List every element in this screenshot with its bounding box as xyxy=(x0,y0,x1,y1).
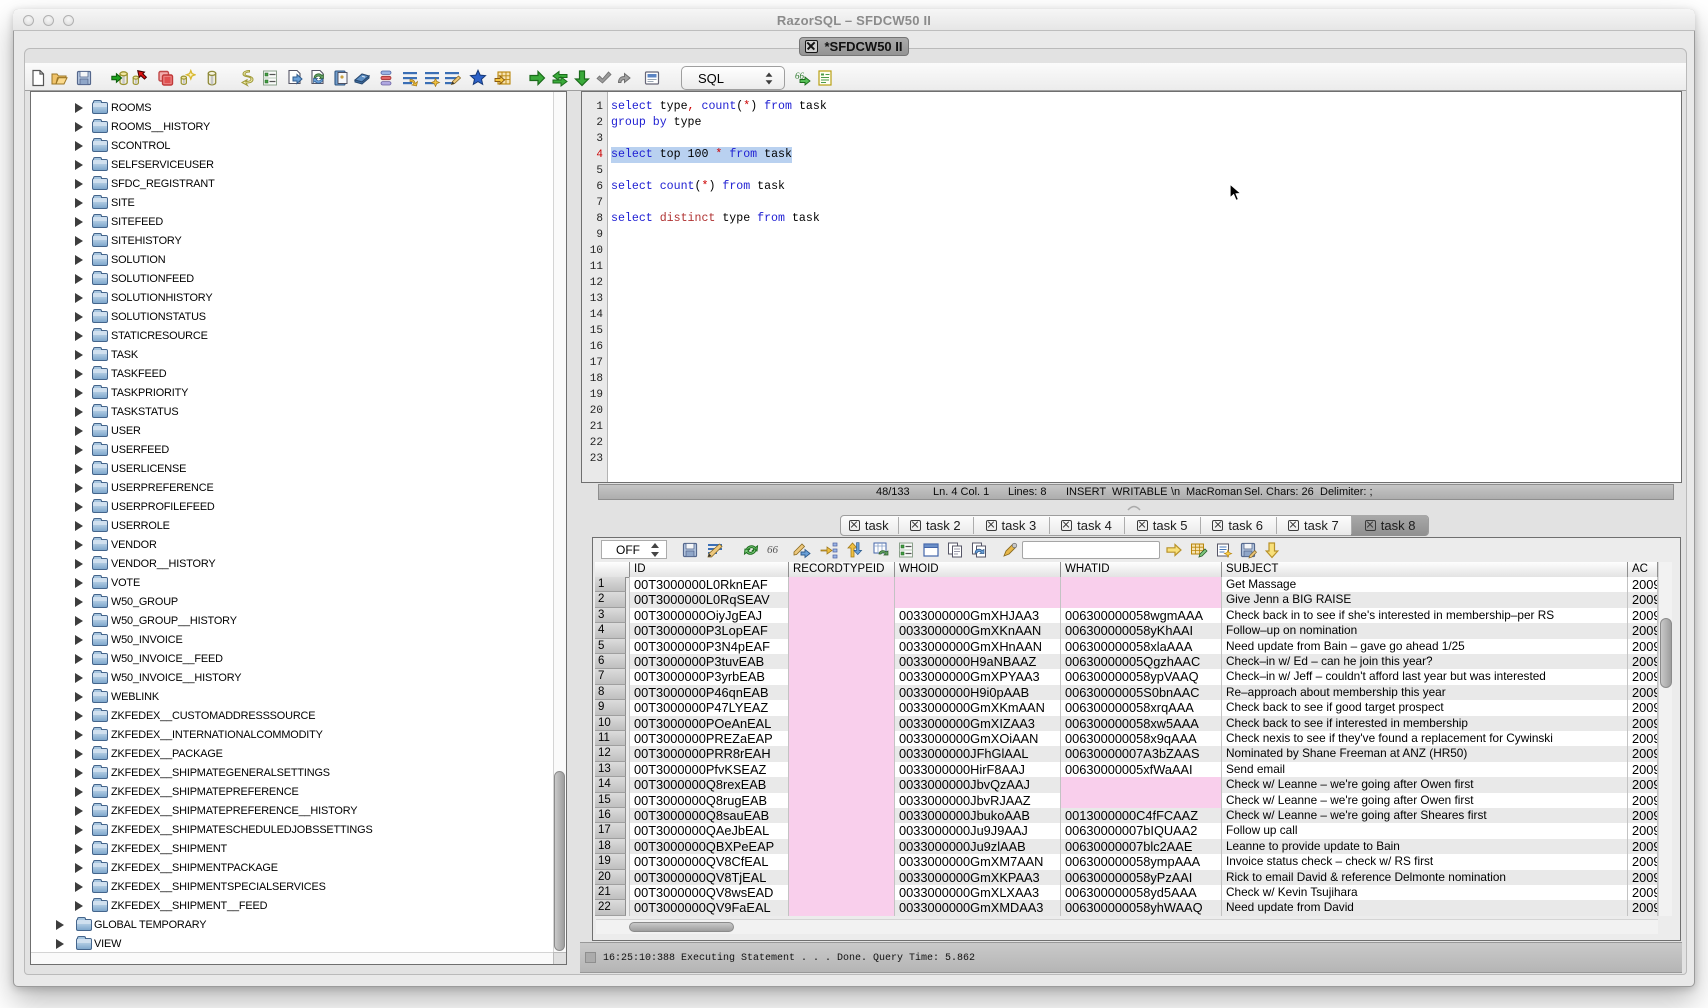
svg-text:66: 66 xyxy=(767,544,779,556)
